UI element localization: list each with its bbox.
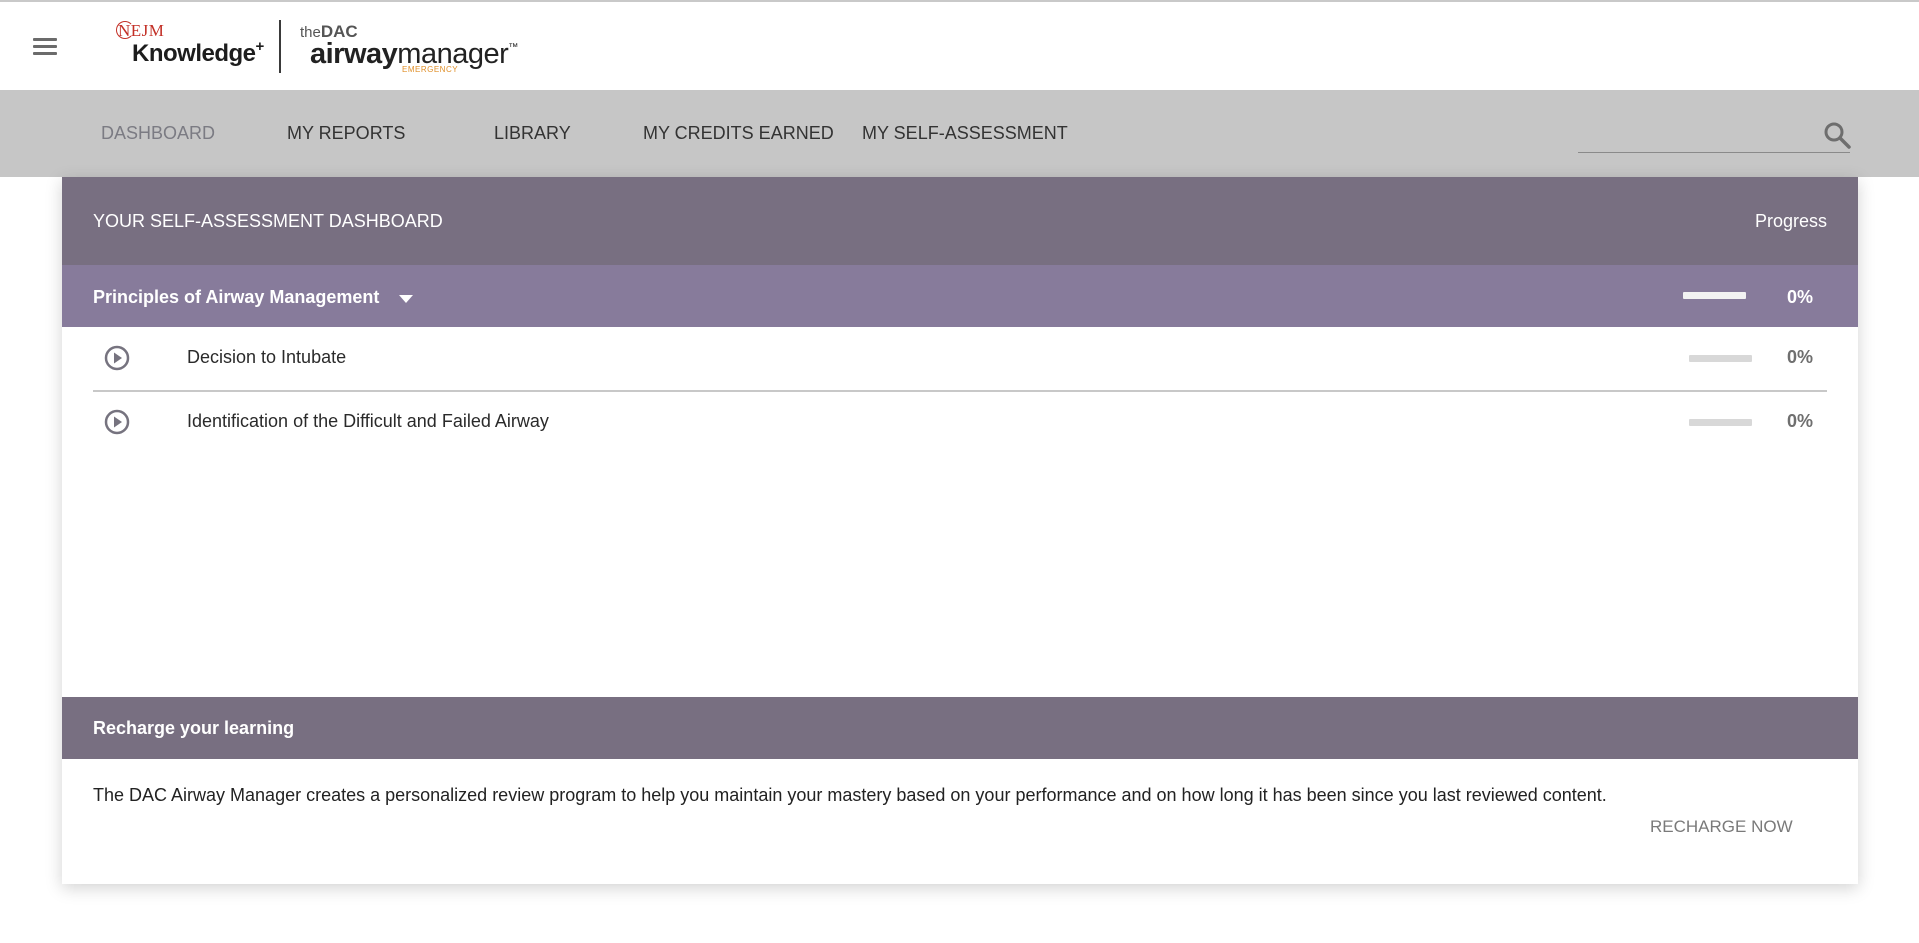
self-assessment-card: YOUR SELF-ASSESSMENT DASHBOARD Progress … xyxy=(62,177,1858,884)
topic-row[interactable]: Decision to Intubate 0% xyxy=(93,327,1827,390)
dashboard-title: YOUR SELF-ASSESSMENT DASHBOARD xyxy=(93,211,443,231)
topic-label: Decision to Intubate xyxy=(187,347,347,367)
recharge-title: Recharge your learning xyxy=(93,718,295,738)
progress-column-label: Progress xyxy=(1754,211,1827,231)
logo-divider xyxy=(279,20,281,73)
topic-label: Identification of the Difficult and Fail… xyxy=(187,411,549,431)
section-progress-bar xyxy=(1683,292,1746,299)
search-input[interactable] xyxy=(1580,120,1824,152)
search-icon[interactable] xyxy=(1823,121,1851,149)
nejm-text: NEJM xyxy=(118,21,165,40)
nav-dashboard[interactable]: DASHBOARD xyxy=(101,123,215,144)
recharge-description: The DAC Airway Manager creates a persona… xyxy=(93,785,1607,805)
nejm-knowledge-logo[interactable]: NEJM Knowledge+ xyxy=(116,21,264,71)
topic-progress-bar xyxy=(1689,355,1752,362)
topic-progress-percent: 0% xyxy=(1786,347,1813,367)
dashboard-header: YOUR SELF-ASSESSMENT DASHBOARD Progress xyxy=(62,177,1858,265)
section-title: Principles of Airway Management xyxy=(93,287,380,307)
topic-progress-bar xyxy=(1689,419,1752,426)
section-progress-percent: 0% xyxy=(1786,287,1813,307)
play-circle-icon[interactable] xyxy=(104,345,130,371)
knowledge-text: Knowledge+ xyxy=(132,38,264,67)
dac-airway-manager-logo[interactable]: theDAC airwaymanager™ EMERGENCY xyxy=(300,22,520,77)
menu-icon[interactable] xyxy=(31,36,59,60)
recharge-header: Recharge your learning xyxy=(62,697,1858,759)
search-underline xyxy=(1578,152,1850,153)
recharge-now-button[interactable]: RECHARGE NOW xyxy=(1650,817,1793,837)
emergency-tag: EMERGENCY xyxy=(402,65,459,74)
main-nav: DASHBOARD MY REPORTS LIBRARY MY CREDITS … xyxy=(0,90,1919,177)
nav-my-self-assessment[interactable]: MY SELF-ASSESSMENT xyxy=(862,123,1068,144)
nav-library[interactable]: LIBRARY xyxy=(494,123,571,144)
play-circle-icon[interactable] xyxy=(104,409,130,435)
app-header: NEJM Knowledge+ theDAC airwaymanager™ EM… xyxy=(0,2,1919,90)
topic-row[interactable]: Identification of the Difficult and Fail… xyxy=(93,391,1827,454)
nav-my-credits-earned[interactable]: MY CREDITS EARNED xyxy=(643,123,834,144)
topic-progress-percent: 0% xyxy=(1786,411,1813,431)
nav-my-reports[interactable]: MY REPORTS xyxy=(287,123,405,144)
chevron-down-icon[interactable] xyxy=(399,295,413,303)
section-principles-of-airway-management[interactable]: Principles of Airway Management 0% xyxy=(62,265,1858,327)
